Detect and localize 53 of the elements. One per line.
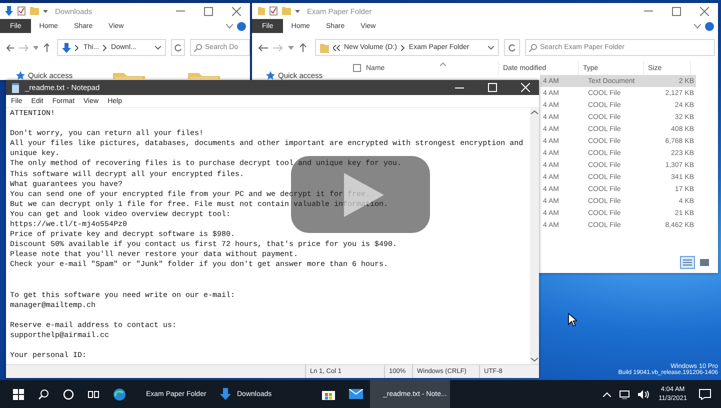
up-icon[interactable]: [299, 43, 307, 52]
minimize-icon[interactable]: [644, 10, 652, 12]
cortana-icon[interactable]: [63, 388, 74, 400]
chevron-icon: [400, 44, 405, 50]
volume-icon[interactable]: [638, 390, 649, 398]
details-view-icon[interactable]: [680, 256, 695, 269]
refresh-icon[interactable]: [508, 44, 516, 52]
back-icon[interactable]: [6, 44, 14, 52]
chevron-icon[interactable]: [694, 24, 701, 28]
browser-icon: [113, 388, 126, 400]
scroll-up-icon[interactable]: [531, 110, 538, 115]
caret-icon[interactable]: [288, 46, 294, 50]
chevron-up-icon[interactable]: [602, 392, 611, 396]
large-icons-view-icon[interactable]: [697, 256, 712, 269]
checkbox[interactable]: [353, 64, 361, 72]
star-icon: [266, 71, 275, 80]
notification-icon[interactable]: [699, 388, 711, 400]
chevron-icon: [75, 44, 80, 50]
maximize-icon[interactable]: [672, 6, 680, 16]
caret-icon[interactable]: [32, 46, 38, 50]
network-icon[interactable]: [618, 390, 630, 398]
close-icon[interactable]: [232, 6, 240, 16]
scroll-down-icon[interactable]: [531, 357, 538, 362]
download-icon: [220, 388, 231, 400]
folder-icon: [320, 42, 329, 52]
store-icon: [322, 388, 335, 400]
refresh-icon[interactable]: [174, 44, 182, 52]
minimize-icon[interactable]: [176, 10, 184, 12]
mouse-cursor-icon: [568, 313, 577, 327]
close-icon[interactable]: [700, 6, 708, 16]
download-icon: [62, 42, 72, 52]
star-icon: [16, 71, 25, 80]
back-icon[interactable]: [258, 44, 268, 52]
quick-access-toolbar-icon[interactable]: [5, 6, 49, 16]
help-icon[interactable]: [705, 22, 714, 30]
search-icon[interactable]: [38, 388, 49, 400]
search-icon: [529, 44, 537, 52]
windows-start-icon[interactable]: [13, 388, 24, 400]
chevron-icon: [103, 44, 108, 50]
chevron-icon[interactable]: [226, 24, 233, 28]
dropdown-icon[interactable]: [488, 46, 494, 50]
task-view-icon[interactable]: [88, 388, 99, 400]
up-icon[interactable]: [42, 43, 50, 52]
mail-icon: [349, 389, 363, 399]
search-icon: [194, 44, 202, 52]
scrollbar[interactable]: [530, 108, 539, 364]
dropdown-icon[interactable]: [155, 46, 162, 50]
help-icon[interactable]: [237, 22, 246, 30]
double-chevron-icon: [333, 44, 340, 50]
sort-caret-icon: [440, 62, 446, 66]
notepad-icon: [11, 82, 20, 92]
quick-access-toolbar-icon[interactable]: [257, 6, 301, 16]
maximize-icon[interactable]: [204, 6, 212, 16]
